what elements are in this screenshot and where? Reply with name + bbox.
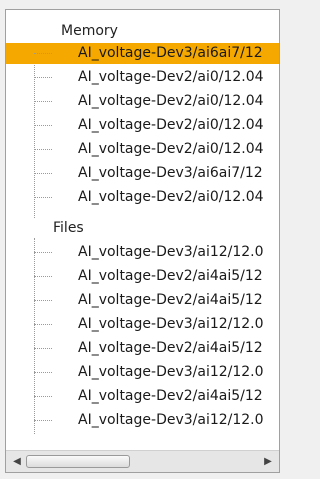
- tree-connector: [34, 396, 52, 397]
- tree-item-label: AI_voltage-Dev2/ai0/12.04: [78, 69, 264, 85]
- tree-item-label: AI_voltage-Dev3/ai6ai7/12: [78, 165, 263, 181]
- tree-item-label: AI_voltage-Dev3/ai12/12.0: [78, 316, 264, 332]
- tree-item-label: AI_voltage-Dev2/ai4ai5/12: [78, 268, 263, 284]
- tree-item[interactable]: AI_voltage-Dev2/ai4ai5/12: [6, 386, 279, 407]
- tree-connector: [34, 348, 52, 349]
- tree-item-label: AI_voltage-Dev2/ai4ai5/12: [78, 388, 263, 404]
- tree-item[interactable]: AI_voltage-Dev2/ai4ai5/12: [6, 338, 279, 359]
- tree-item[interactable]: AI_voltage-Dev2/ai0/12.04: [6, 139, 279, 160]
- tree-item-label: AI_voltage-Dev3/ai12/12.0: [78, 412, 264, 428]
- tree-item-label: AI_voltage-Dev2/ai4ai5/12: [78, 292, 263, 308]
- tree-item-label: AI_voltage-Dev2/ai0/12.04: [78, 93, 264, 109]
- tree-connector: [34, 173, 52, 174]
- scrollbar-thumb[interactable]: [26, 455, 130, 468]
- tree-item[interactable]: AI_voltage-Dev2/ai0/12.04: [6, 115, 279, 136]
- tree-connector: [34, 101, 52, 102]
- scroll-left-arrow-icon[interactable]: ◀: [9, 454, 25, 470]
- tree-item[interactable]: AI_voltage-Dev2/ai4ai5/12: [6, 266, 279, 287]
- tree-item[interactable]: AI_voltage-Dev3/ai12/12.0: [6, 362, 279, 383]
- tree-connector: [34, 252, 52, 253]
- tree-panel[interactable]: Memory AI_voltage-Dev3/ai6ai7/12 AI_volt…: [5, 9, 280, 473]
- tree-item[interactable]: AI_voltage-Dev2/ai0/12.04: [6, 187, 279, 208]
- tree-group-files[interactable]: Files: [53, 217, 84, 240]
- tree-view[interactable]: Memory AI_voltage-Dev3/ai6ai7/12 AI_volt…: [6, 10, 279, 450]
- tree-item-label: AI_voltage-Dev3/ai6ai7/12: [78, 45, 263, 61]
- tree-item-label: AI_voltage-Dev3/ai12/12.0: [78, 364, 264, 380]
- tree-item[interactable]: AI_voltage-Dev2/ai0/12.04: [6, 67, 279, 88]
- tree-item-label: AI_voltage-Dev2/ai4ai5/12: [78, 340, 263, 356]
- tree-item[interactable]: AI_voltage-Dev3/ai12/12.0: [6, 314, 279, 335]
- tree-connector: [34, 420, 52, 421]
- tree-item-label: AI_voltage-Dev2/ai0/12.04: [78, 141, 264, 157]
- tree-connector: [34, 300, 52, 301]
- tree-item[interactable]: AI_voltage-Dev3/ai12/12.0: [6, 242, 279, 263]
- scroll-right-arrow-icon[interactable]: ▶: [260, 454, 276, 470]
- tree-item[interactable]: AI_voltage-Dev3/ai12/12.0: [6, 410, 279, 431]
- horizontal-scrollbar[interactable]: ◀ ▶: [6, 450, 279, 472]
- tree-connector: [34, 276, 52, 277]
- tree-item[interactable]: AI_voltage-Dev2/ai4ai5/12: [6, 290, 279, 311]
- tree-item-label: AI_voltage-Dev3/ai12/12.0: [78, 244, 264, 260]
- tree-item-label: AI_voltage-Dev2/ai0/12.04: [78, 117, 264, 133]
- tree-group-memory[interactable]: Memory: [61, 20, 118, 43]
- tree-item[interactable]: AI_voltage-Dev3/ai6ai7/12: [6, 163, 279, 184]
- tree-item[interactable]: AI_voltage-Dev2/ai0/12.04: [6, 91, 279, 112]
- tree-item-label: AI_voltage-Dev2/ai0/12.04: [78, 189, 264, 205]
- tree-connector: [34, 324, 52, 325]
- tree-connector: [34, 53, 52, 54]
- tree-connector: [34, 197, 52, 198]
- tree-connector: [34, 77, 52, 78]
- tree-connector: [34, 149, 52, 150]
- tree-connector: [34, 125, 52, 126]
- tree-connector: [34, 372, 52, 373]
- tree-item[interactable]: AI_voltage-Dev3/ai6ai7/12: [6, 43, 279, 64]
